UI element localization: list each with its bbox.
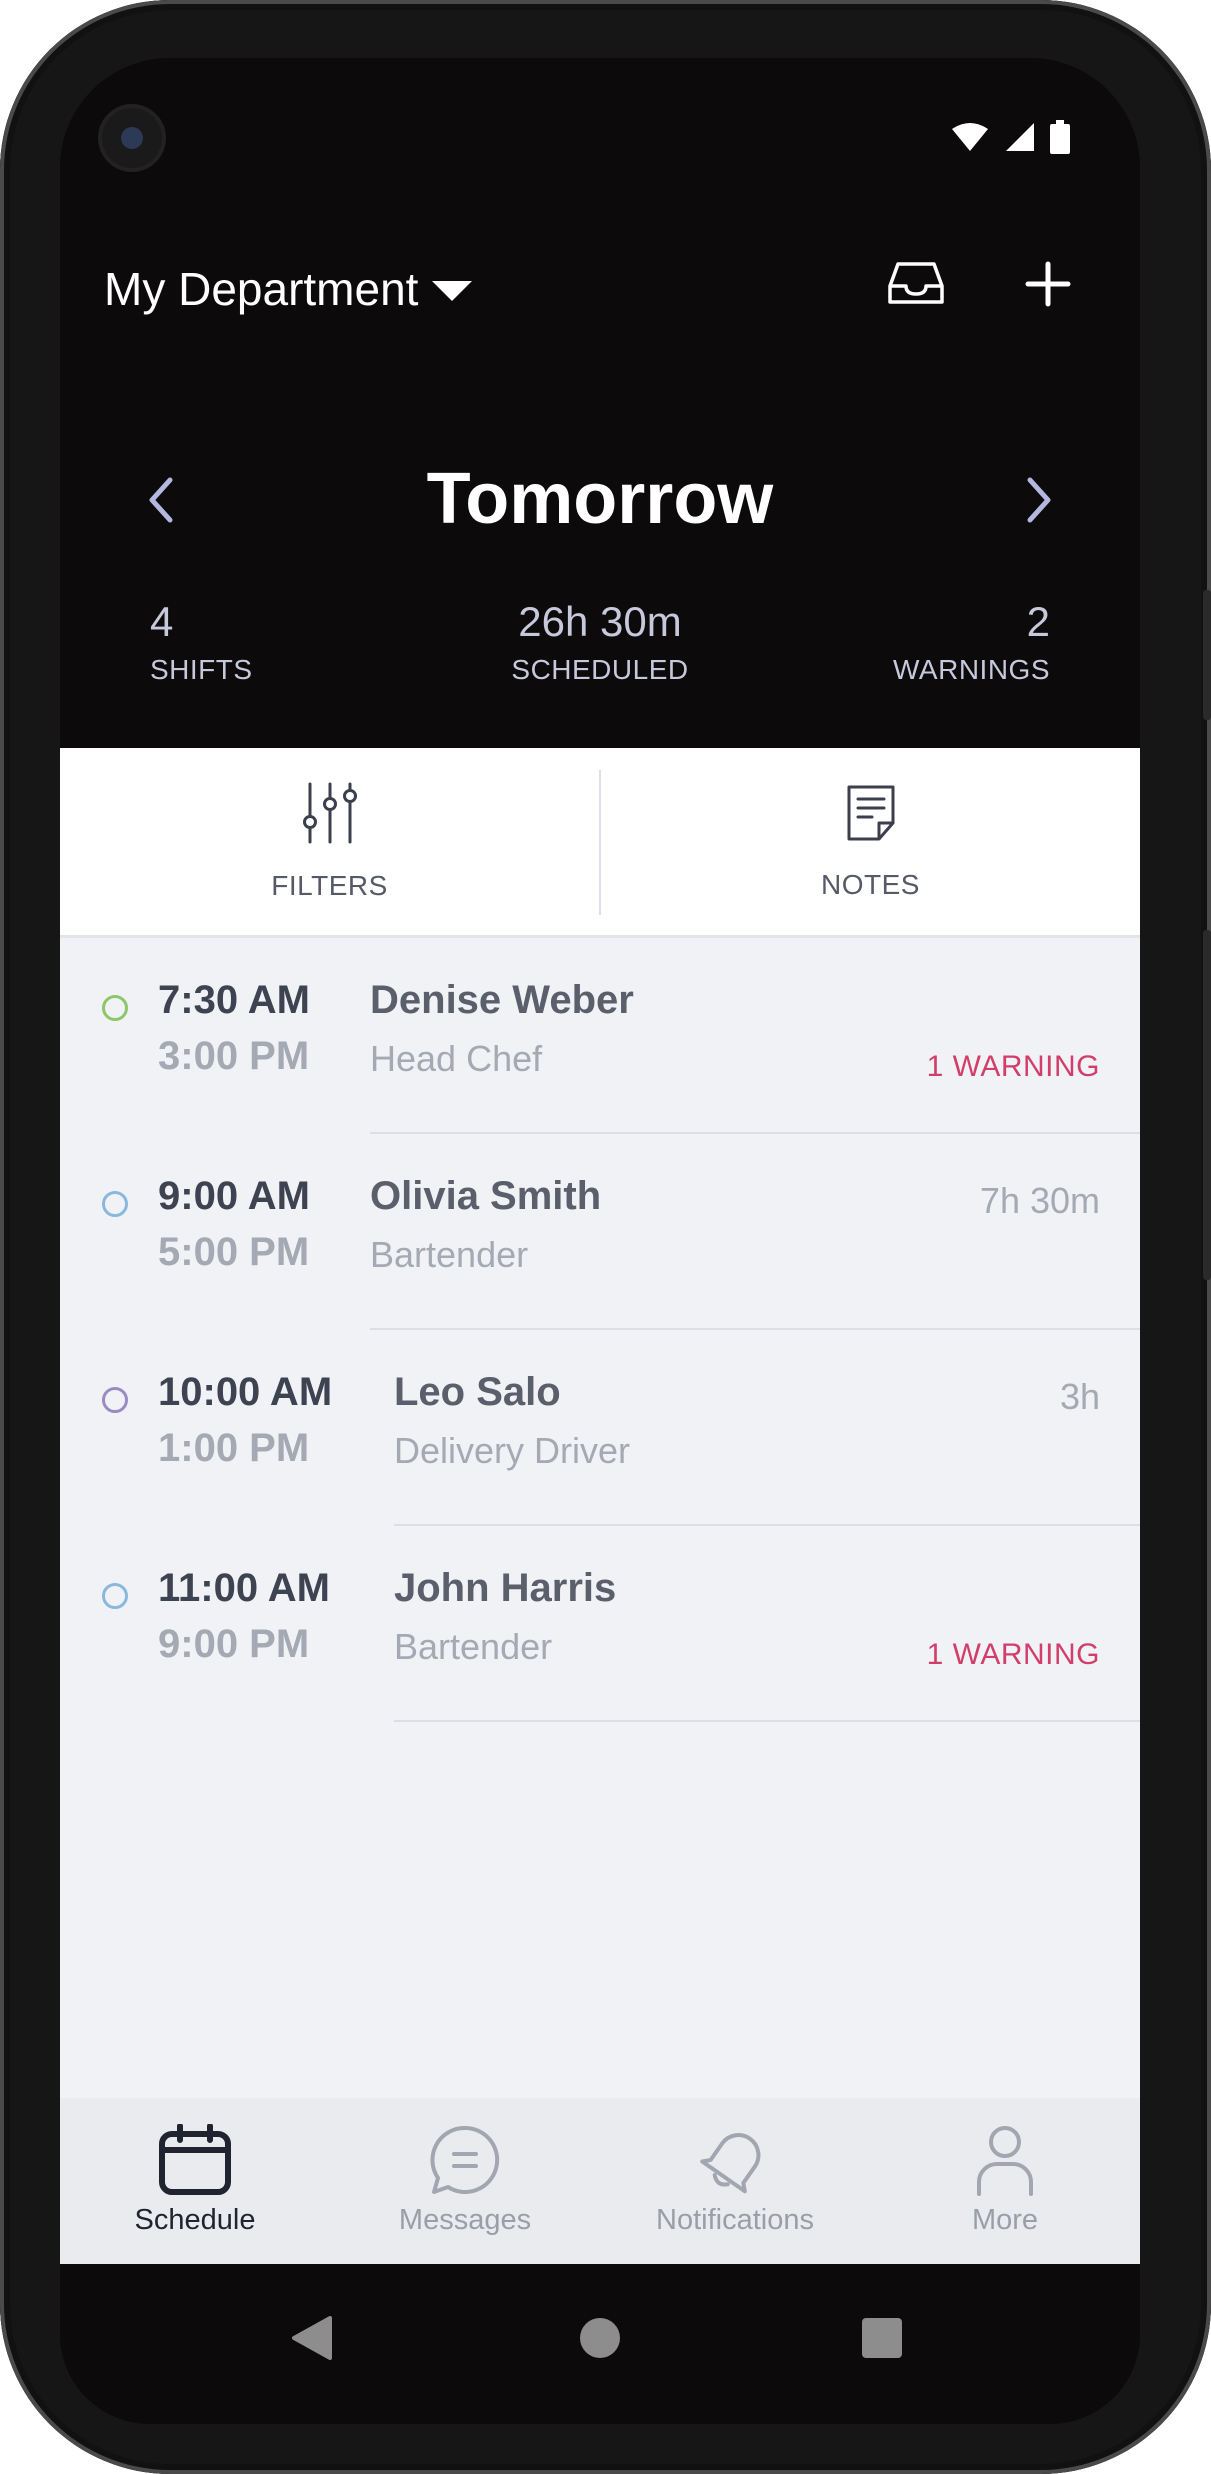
nav-schedule[interactable]: Schedule bbox=[60, 2098, 330, 2264]
employee-name: Denise Weber bbox=[370, 978, 634, 1022]
warning-badge[interactable]: 1 WARNING bbox=[927, 1050, 1100, 1084]
power-button bbox=[1203, 590, 1211, 720]
back-icon[interactable] bbox=[290, 2314, 334, 2362]
nav-schedule-label: Schedule bbox=[134, 2204, 256, 2236]
shift-duration: 7h 30m bbox=[979, 1180, 1100, 1221]
warnings-label: WARNINGS bbox=[893, 654, 1050, 685]
shift-list: 7:30 AM 3:00 PM Denise Weber Head Chef 1… bbox=[60, 938, 1140, 2098]
phone-frame: My Department Tomorrow 4 SHIFTS 26h 30m … bbox=[0, 0, 1211, 2474]
employee-name: Leo Salo bbox=[394, 1370, 561, 1414]
message-icon bbox=[430, 2125, 500, 2194]
stat-shifts: 4 SHIFTS bbox=[150, 598, 253, 686]
shift-end-time: 5:00 PM bbox=[158, 1230, 310, 1274]
nav-messages[interactable]: Messages bbox=[330, 2098, 600, 2264]
shift-start-time: 11:00 AM bbox=[158, 1566, 330, 1610]
scheduled-total: 26h 30m bbox=[518, 598, 682, 645]
stat-scheduled: 26h 30m SCHEDULED bbox=[400, 598, 800, 686]
dropdown-caret-icon bbox=[432, 281, 473, 301]
sliders-icon bbox=[302, 782, 357, 843]
volume-button bbox=[1203, 930, 1211, 1280]
shift-status-dot bbox=[102, 995, 128, 1021]
nav-notifications[interactable]: Notifications bbox=[600, 2098, 870, 2264]
employee-role: Bartender bbox=[394, 1626, 553, 1667]
warning-badge[interactable]: 1 WARNING bbox=[927, 1638, 1100, 1672]
battery-icon bbox=[1050, 120, 1070, 154]
shift-start-time: 7:30 AM bbox=[158, 978, 310, 1022]
warnings-count: 2 bbox=[1026, 598, 1050, 645]
front-camera bbox=[102, 108, 162, 168]
department-label: My Department bbox=[104, 263, 419, 315]
nav-notifications-label: Notifications bbox=[656, 2204, 814, 2236]
nav-messages-label: Messages bbox=[398, 2204, 532, 2236]
home-icon[interactable] bbox=[578, 2314, 622, 2362]
plus-icon[interactable] bbox=[1020, 256, 1076, 312]
cellular-signal-icon bbox=[1006, 123, 1034, 151]
shift-status-dot bbox=[102, 1191, 128, 1217]
employee-role: Delivery Driver bbox=[394, 1430, 631, 1471]
shift-row-2[interactable]: 10:00 AM 1:00 PM Leo Salo Delivery Drive… bbox=[60, 1330, 1140, 1526]
toolbar: FILTERS NOTES bbox=[60, 748, 1140, 938]
inbox-icon[interactable] bbox=[886, 258, 946, 308]
system-nav-bar bbox=[60, 2264, 1140, 2424]
chevron-right-icon[interactable] bbox=[1020, 470, 1060, 530]
wifi-icon bbox=[952, 123, 988, 151]
shifts-label: SHIFTS bbox=[150, 654, 253, 685]
bell-icon bbox=[700, 2133, 761, 2194]
nav-more[interactable]: More bbox=[870, 2098, 1140, 2264]
shift-duration: 3h bbox=[1059, 1376, 1100, 1417]
notes-label: NOTES bbox=[821, 868, 920, 900]
nav-more-label: More bbox=[971, 2204, 1039, 2236]
shift-status-dot bbox=[102, 1387, 128, 1413]
stat-warnings[interactable]: 2 WARNINGS bbox=[893, 598, 1050, 686]
shift-start-time: 10:00 AM bbox=[158, 1370, 333, 1414]
filters-label: FILTERS bbox=[271, 869, 388, 901]
shift-start-time: 9:00 AM bbox=[158, 1174, 310, 1218]
employee-name: Olivia Smith bbox=[370, 1174, 602, 1218]
shift-end-time: 3:00 PM bbox=[158, 1034, 310, 1078]
shift-row-3[interactable]: 11:00 AM 9:00 PM John Harris Bartender 1… bbox=[60, 1526, 1140, 1722]
employee-role: Head Chef bbox=[370, 1038, 543, 1079]
shift-row-0[interactable]: 7:30 AM 3:00 PM Denise Weber Head Chef 1… bbox=[60, 938, 1140, 1134]
department-selector[interactable]: My Department bbox=[104, 262, 473, 316]
calendar-icon bbox=[159, 2124, 231, 2195]
screen: My Department Tomorrow 4 SHIFTS 26h 30m … bbox=[60, 58, 1140, 2424]
bottom-nav: Schedule Messages Notifications More bbox=[60, 2098, 1140, 2264]
day-title: Tomorrow bbox=[426, 459, 774, 539]
shift-end-time: 1:00 PM bbox=[158, 1426, 310, 1470]
employee-role: Bartender bbox=[370, 1234, 529, 1275]
scheduled-label: SCHEDULED bbox=[511, 654, 689, 685]
filters-button[interactable]: FILTERS bbox=[60, 748, 599, 935]
employee-name: John Harris bbox=[394, 1566, 617, 1610]
shift-row-1[interactable]: 9:00 AM 5:00 PM Olivia Smith Bartender 7… bbox=[60, 1134, 1140, 1330]
header: My Department Tomorrow 4 SHIFTS 26h 30m … bbox=[60, 58, 1140, 748]
recents-icon[interactable] bbox=[860, 2314, 904, 2362]
shifts-count: 4 bbox=[150, 598, 174, 645]
row-divider bbox=[394, 1720, 1140, 1722]
notes-icon bbox=[847, 785, 894, 840]
shift-end-time: 9:00 PM bbox=[158, 1622, 310, 1666]
person-icon bbox=[977, 2126, 1033, 2196]
shift-status-dot bbox=[102, 1583, 128, 1609]
notes-button[interactable]: NOTES bbox=[601, 748, 1140, 935]
status-bar-icons bbox=[950, 120, 1070, 154]
